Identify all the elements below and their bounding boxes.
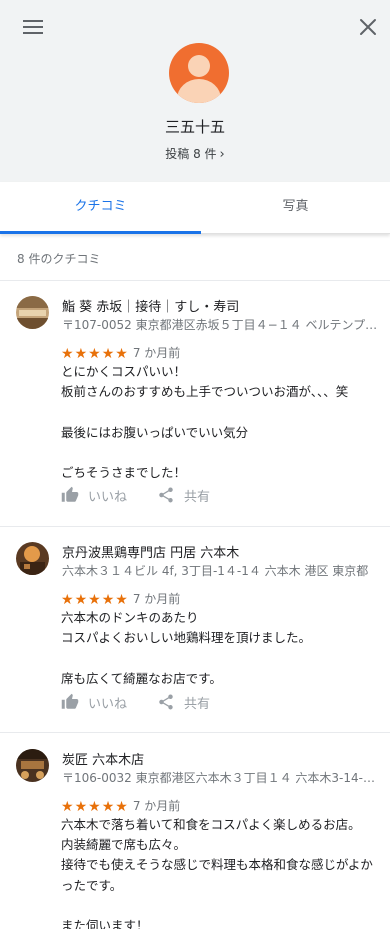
share-button[interactable]: 共有 (157, 485, 222, 505)
review-text: 六本木で落ち着いて和食をコスパよく楽しめるお店。 内装綺麗で席も広々。 接待でも… (61, 817, 373, 929)
close-icon[interactable] (357, 16, 379, 38)
like-label: いいね (88, 490, 128, 505)
star-icon: ★ (115, 346, 128, 362)
avatar (169, 43, 229, 103)
star-icon: ★ (88, 592, 101, 608)
share-label: 共有 (184, 490, 211, 505)
like-button[interactable]: いいね (61, 485, 136, 505)
divider (0, 732, 390, 733)
user-name: 三五十五 (164, 118, 225, 136)
star-icon: ★ (101, 592, 115, 608)
share-icon (159, 487, 173, 503)
place-name[interactable]: 炭匠 六本木店 (62, 749, 144, 768)
posts-link[interactable]: 投稿 8 件 › (0, 145, 390, 162)
star-icon: ★ (61, 799, 74, 815)
divider (0, 280, 390, 281)
star-rating: ★★★★★ 7 か月前 (61, 589, 181, 608)
like-label: いいね (88, 697, 128, 712)
star-rating: ★★★★★ 7 か月前 (61, 796, 181, 815)
thumbs-up-icon (61, 693, 79, 709)
review-item: 京丹波黒鶏専門店 円居 六本木 六本木３１４ビル 4f, 3丁目-1４-1４ 六… (0, 542, 390, 732)
star-icon: ★ (88, 346, 101, 362)
reviews-count: 8 件のクチコミ (17, 252, 101, 266)
chevron-right-icon: › (219, 147, 225, 162)
star-icon: ★ (115, 592, 128, 608)
place-address: 六本木３１４ビル 4f, 3丁目-1４-1４ 六本木 港区 東京都 (62, 564, 369, 578)
like-button[interactable]: いいね (61, 692, 136, 712)
star-rating: ★★★★★ 7 か月前 (61, 343, 181, 362)
review-item: 炭匠 六本木店 〒106-0032 東京都港区六本木３丁目１４ 六本木3-14-… (0, 749, 390, 929)
profile-header: 三五十五 投稿 8 件 › (0, 0, 390, 182)
share-button[interactable]: 共有 (157, 692, 222, 712)
review-text: 六本木のドンキのあたり コスパよくおいしい地鶏料理を頂けました。 席も広くて綺麗… (61, 610, 312, 686)
place-thumbnail[interactable] (16, 749, 49, 782)
star-icon: ★ (74, 799, 88, 815)
star-icon: ★ (101, 346, 115, 362)
place-thumbnail[interactable] (16, 296, 49, 329)
star-icon: ★ (74, 592, 88, 608)
place-name[interactable]: 鮨 葵 赤坂｜接待｜すし・寿司 (62, 296, 239, 315)
share-label: 共有 (184, 697, 211, 712)
review-date: 7 か月前 (132, 799, 181, 813)
star-icon: ★ (115, 799, 128, 815)
menu-icon[interactable] (23, 19, 43, 35)
review-item: 鮨 葵 赤坂｜接待｜すし・寿司 〒107-0052 東京都港区赤坂５丁目４−１４… (0, 296, 390, 526)
star-icon: ★ (101, 799, 115, 815)
place-thumbnail[interactable] (16, 542, 49, 575)
tab-photos[interactable]: 写真 (201, 182, 390, 234)
review-date: 7 か月前 (132, 592, 181, 606)
posts-count: 投稿 8 件 (165, 147, 217, 161)
tab-bar: クチコミ 写真 (0, 182, 390, 234)
star-icon: ★ (88, 799, 101, 815)
share-icon (159, 694, 173, 710)
tab-reviews[interactable]: クチコミ (0, 182, 201, 234)
place-address: 〒107-0052 東京都港区赤坂５丁目４−１４ ベルテンプル赤坂 (62, 318, 378, 332)
star-icon: ★ (61, 346, 74, 362)
star-icon: ★ (61, 592, 74, 608)
tab-active-indicator (0, 231, 201, 234)
thumbs-up-icon (61, 486, 79, 502)
place-name[interactable]: 京丹波黒鶏専門店 円居 六本木 (62, 542, 239, 561)
review-text: とにかくコスパいい！ 板前さんのおすすめも上手でついついお酒が、、、笑 最後には… (61, 364, 349, 481)
place-address: 〒106-0032 東京都港区六本木３丁目１４ 六本木3-14-12 六本木 (62, 771, 378, 785)
divider (0, 526, 390, 527)
review-date: 7 か月前 (132, 346, 181, 360)
star-icon: ★ (74, 346, 88, 362)
